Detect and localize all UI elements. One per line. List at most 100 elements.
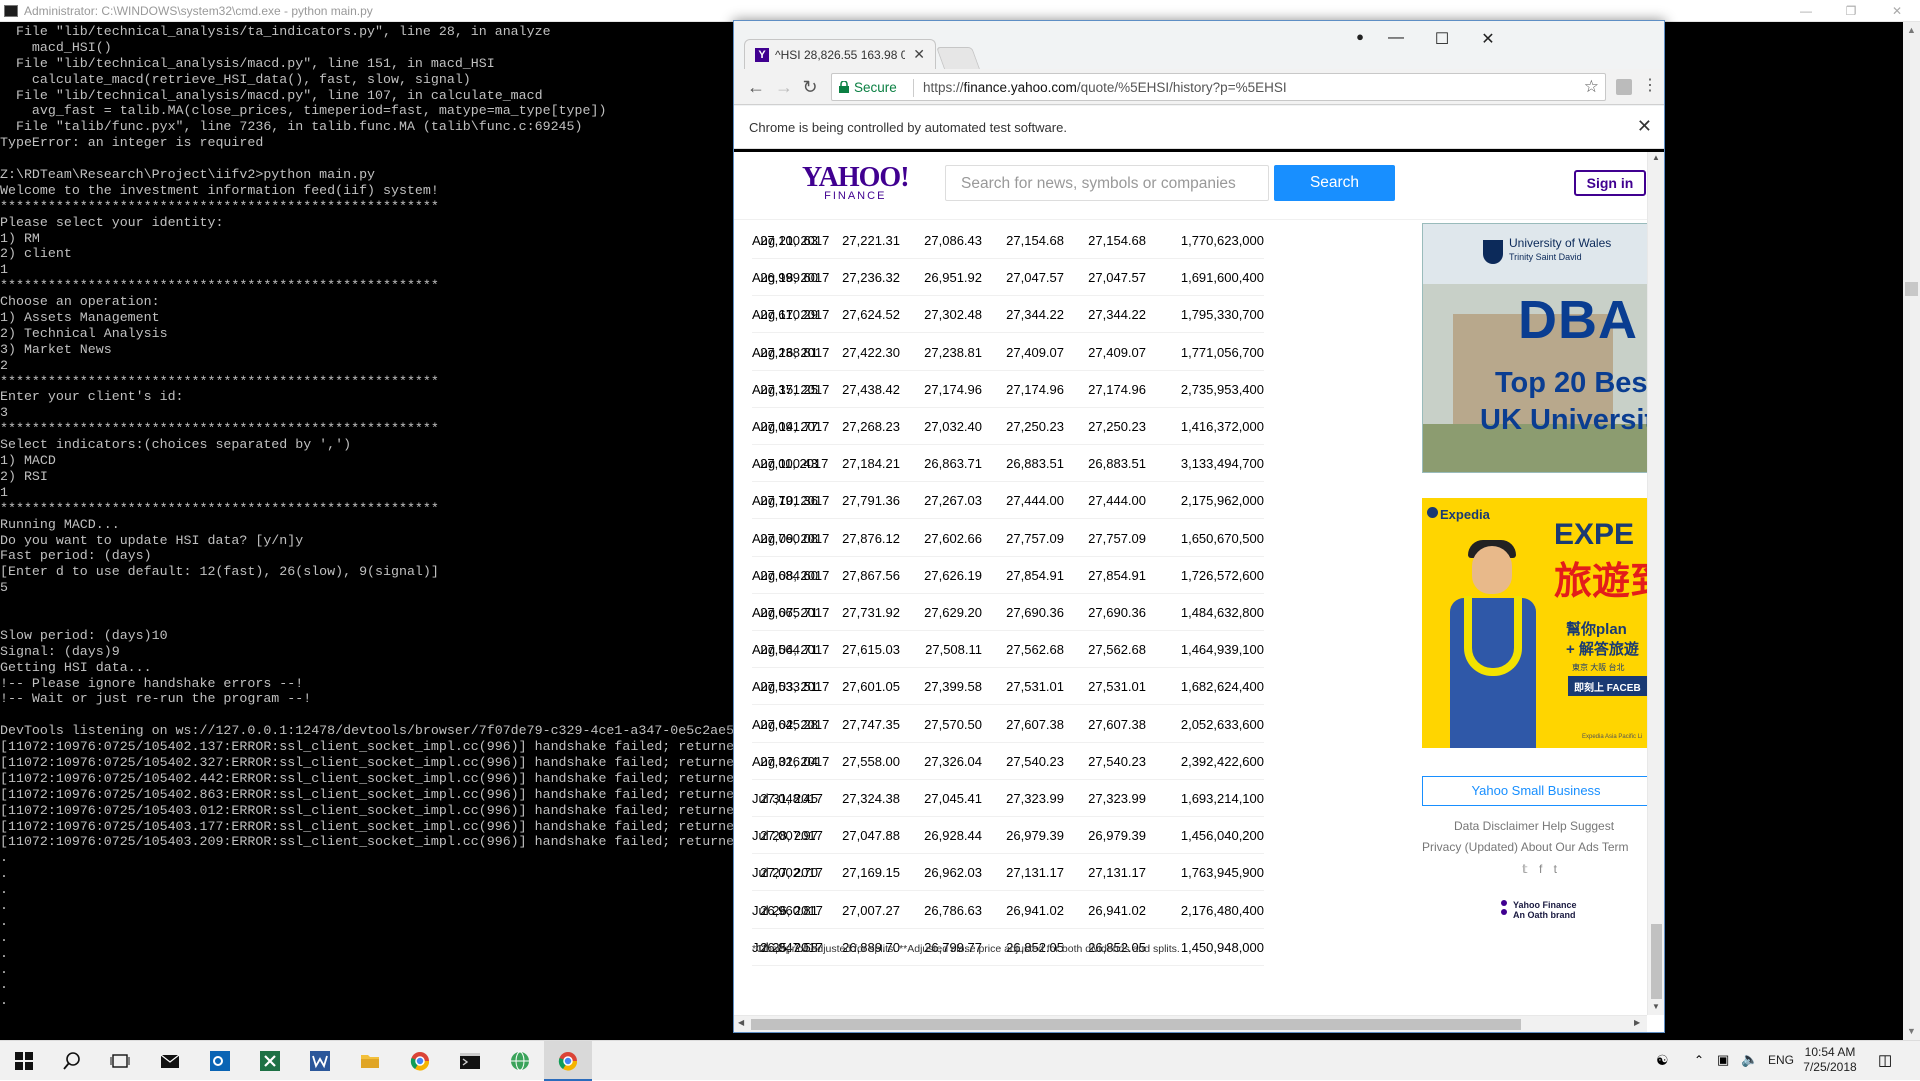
search-taskbar-button[interactable] — [48, 1041, 96, 1081]
cmd-line: . — [0, 866, 8, 882]
tray-volume[interactable]: 🔈 — [1738, 1041, 1760, 1081]
cmd-line: TypeError: an integer is required — [0, 135, 264, 151]
cmd-scrollbar[interactable]: ▲ ▼ — [1903, 22, 1920, 1040]
taskbar-excel[interactable] — [246, 1041, 294, 1081]
cell-volume: 3,133,494,700 — [1180, 456, 1264, 472]
sign-in-button[interactable]: Sign in — [1574, 170, 1646, 196]
cmd-line: 2) client — [0, 246, 72, 262]
tray-overflow[interactable]: ⌃ — [1690, 1041, 1710, 1081]
cmd-scroll-thumb[interactable] — [1905, 282, 1918, 296]
taskbar-mail[interactable] — [146, 1041, 194, 1081]
back-arrow-icon[interactable]: ← — [744, 75, 768, 99]
chrome-minimize-button[interactable]: — — [1376, 29, 1416, 49]
page-viewport: YAHOO! FINANCE Search for news, symbols … — [734, 149, 1664, 1032]
footer-links-row2[interactable]: Privacy (Updated) About Our Ads Term — [1422, 840, 1629, 854]
start-button[interactable] — [0, 1041, 48, 1081]
bookmark-star-icon[interactable]: ☆ — [1584, 77, 1599, 97]
infobar-close-icon[interactable]: ✕ — [1637, 116, 1652, 137]
windows-logo-icon — [15, 1052, 33, 1070]
url-text[interactable]: https://finance.yahoo.com/quote/%5EHSI/h… — [923, 80, 1287, 95]
language-indicator[interactable]: ENG — [1768, 1053, 1794, 1067]
forward-arrow-icon[interactable]: → — [772, 75, 796, 99]
maximize-button[interactable]: ❐ — [1828, 0, 1874, 22]
cmd-line: Welcome to the investment information fe… — [0, 182, 439, 198]
cell-adj-close: 27,409.07 — [1088, 344, 1146, 360]
cell-volume: 1,416,372,000 — [1180, 419, 1264, 434]
tray-people[interactable]: ☯ — [1648, 1041, 1678, 1081]
chrome-close-button[interactable]: ✕ — [1468, 29, 1508, 49]
cell-close: 26,941.02 — [1006, 902, 1064, 918]
search-input[interactable]: Search for news, symbols or companies — [945, 165, 1269, 201]
taskbar-file-explorer[interactable] — [346, 1041, 394, 1081]
taskbar-outlook[interactable] — [196, 1041, 244, 1081]
social-icons[interactable]: 𝕥 f t — [1522, 862, 1557, 876]
cmd-line: 1) MACD — [0, 453, 56, 469]
scroll-up-icon[interactable]: ▲ — [1652, 153, 1660, 162]
taskbar-chrome-active[interactable] — [544, 1041, 592, 1081]
university-ad[interactable]: University of Wales Trinity Saint David D… — [1422, 223, 1648, 473]
small-business-button[interactable]: Yahoo Small Business — [1422, 776, 1650, 806]
table-row: Aug 09, 2017 27,760.08 27,876.12 27,602.66 2… — [752, 520, 1264, 557]
scroll-right-icon[interactable]: ▶ — [1634, 1018, 1640, 1027]
cell-open: 27,326.04 — [760, 753, 818, 769]
cell-high: 27,422.30 — [842, 344, 900, 360]
close-button[interactable]: ✕ — [1874, 0, 1920, 22]
search-button[interactable]: Search — [1274, 165, 1395, 201]
taskbar-word[interactable] — [296, 1041, 344, 1081]
tab-title: ^HSI 28,826.55 163.98 0. — [775, 48, 905, 62]
ad-top20-text: Top 20 Best — [1495, 367, 1648, 399]
cell-close: 27,047.57 — [1006, 270, 1064, 286]
twitter-icon[interactable]: 𝕥 — [1522, 862, 1528, 876]
cmd-line: ****************************************… — [0, 278, 439, 294]
action-center-button[interactable]: ◫ — [1872, 1041, 1902, 1081]
taskbar-chrome[interactable] — [396, 1041, 444, 1081]
chrome-menu-icon[interactable]: ⋮ — [1642, 75, 1658, 95]
tumblr-icon[interactable]: t — [1554, 862, 1557, 876]
reload-icon[interactable]: ↻ — [798, 75, 822, 99]
taskbar-cmd[interactable] — [446, 1041, 494, 1081]
tab-close-icon[interactable]: ✕ — [913, 46, 925, 63]
cell-low: 27,086.43 — [924, 233, 982, 248]
cmd-line: ****************************************… — [0, 500, 439, 516]
address-bar[interactable]: Secure https://finance.yahoo.com/quote/%… — [831, 73, 1606, 101]
url-host: finance.yahoo.com — [963, 80, 1077, 95]
profile-icon[interactable]: ● — [1340, 29, 1380, 49]
cmd-line: [11072:10976:0725/105403.209:ERROR:ssl_c… — [0, 834, 735, 850]
expedia-ad[interactable]: Expedia EXPE 旅遊到 幫你plan + 解答旅遊 東京 大阪 台北 … — [1422, 498, 1648, 748]
search-icon — [63, 1052, 80, 1070]
cmd-titlebar[interactable]: Administrator: C:\WINDOWS\system32\cmd.e… — [0, 0, 1920, 22]
ad-uni-name: University of Wales — [1509, 236, 1612, 250]
scroll-down-icon[interactable]: ▼ — [1903, 1023, 1920, 1040]
tab-yahoo-hsi[interactable]: Y ^HSI 28,826.55 163.98 0. ✕ — [744, 39, 936, 70]
page-vscroll-thumb[interactable] — [1651, 924, 1662, 999]
chrome-maximize-button[interactable]: ☐ — [1422, 29, 1462, 49]
cmd-line: Z:\RDTeam\Research\Project\iifv2>python … — [0, 167, 376, 183]
page-hscroll-thumb[interactable] — [751, 1019, 1521, 1030]
yahoo-finance-logo[interactable]: YAHOO! FINANCE — [802, 164, 910, 203]
cell-close: 27,174.96 — [1006, 381, 1064, 397]
minimize-button[interactable]: — — [1783, 0, 1829, 22]
cell-adj-close: 26,941.02 — [1088, 902, 1146, 918]
expedia-facebook-button[interactable]: 即刻上 FACEB — [1568, 676, 1648, 696]
table-row: Jul 28, 2017 27,007.97 27,047.88 26,928.44 2… — [752, 817, 1264, 855]
scroll-up-icon[interactable]: ▲ — [1903, 22, 1920, 39]
tray-network[interactable]: ▣ — [1714, 1041, 1736, 1081]
facebook-icon[interactable]: f — [1539, 862, 1542, 876]
clock[interactable]: 10:54 AM 7/25/2018 — [1795, 1045, 1865, 1075]
cmd-line: ****************************************… — [0, 198, 439, 214]
scroll-left-icon[interactable]: ◀ — [738, 1018, 744, 1027]
table-row: Aug 10, 2017 27,791.36 27,791.36 27,267.03 2… — [752, 482, 1264, 520]
footer-links-row1[interactable]: Data Disclaimer Help Suggest — [1454, 819, 1614, 833]
cell-close: 27,131.17 — [1006, 865, 1064, 881]
new-tab-button[interactable] — [935, 47, 981, 69]
extension-icon[interactable] — [1616, 79, 1632, 95]
scroll-down-icon[interactable]: ▼ — [1652, 1002, 1660, 1011]
page-vertical-scrollbar[interactable]: ▲ ▼ — [1647, 152, 1664, 1015]
task-view-button[interactable] — [96, 1041, 144, 1081]
cell-adj-close: 27,531.01 — [1088, 679, 1146, 695]
taskbar-network-app[interactable] — [496, 1041, 544, 1081]
clock-date: 7/25/2018 — [1803, 1060, 1857, 1074]
page-horizontal-scrollbar[interactable]: ◀ ▶ — [734, 1015, 1647, 1032]
table-row: Aug 02, 2017 27,645.28 27,747.35 27,570.50 2… — [752, 706, 1264, 743]
cell-low: 26,786.63 — [924, 902, 982, 918]
